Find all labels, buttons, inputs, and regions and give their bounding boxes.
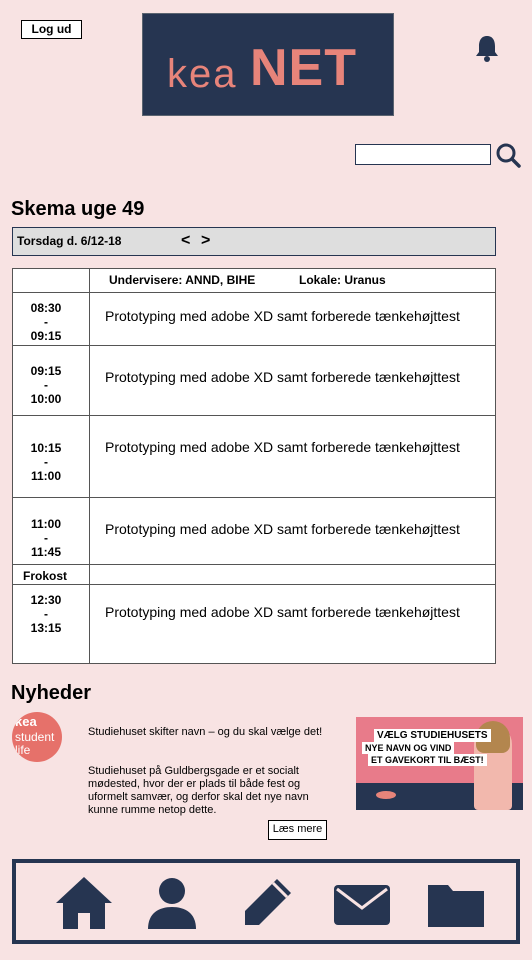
class-topic[interactable]: Prototyping med adobe XD samt forberede …: [105, 439, 460, 455]
schedule-table: Undervisere: ANND, BIHE Lokale: Uranus 0…: [12, 268, 496, 664]
time-cell: 12:30 - 13:15: [13, 593, 79, 635]
column-divider: [89, 269, 90, 663]
time-separator: -: [44, 531, 48, 545]
start-time: 12:30: [30, 593, 62, 607]
promo-text: ET GAVEKORT TIL BÆST!: [368, 754, 487, 766]
search-input[interactable]: [355, 144, 491, 165]
time-separator: -: [44, 607, 48, 621]
bottom-navigation: [12, 859, 520, 944]
row-divider: [13, 564, 495, 565]
logo-text-kea: kea: [167, 52, 238, 96]
search-icon[interactable]: [495, 142, 521, 168]
teachers-header: Undervisere: ANND, BIHE: [109, 273, 256, 287]
folder-icon[interactable]: [426, 873, 486, 933]
promo-text: NYE NAVN OG VIND: [362, 742, 455, 754]
edit-icon[interactable]: [237, 873, 297, 933]
start-time: 10:15: [30, 441, 62, 455]
room-header: Lokale: Uranus: [299, 273, 386, 287]
lunch-label: Frokost: [23, 569, 68, 583]
row-divider: [13, 497, 495, 498]
time-cell: 10:15 - 11:00: [13, 441, 79, 483]
row-divider: [13, 345, 495, 346]
badge-line: life: [15, 743, 31, 757]
read-more-button[interactable]: Læs mere: [268, 820, 327, 840]
time-cell: 09:15 - 10:00: [13, 364, 79, 406]
promo-text: VÆLG STUDIEHUSETS: [374, 729, 491, 742]
class-topic[interactable]: Prototyping med adobe XD samt forberede …: [105, 308, 460, 324]
end-time: 13:15: [30, 621, 62, 635]
kea-student-life-logo: kea student life: [12, 712, 62, 762]
class-topic[interactable]: Prototyping med adobe XD samt forberede …: [105, 604, 460, 620]
news-title: Nyheder: [11, 682, 92, 704]
home-icon[interactable]: [54, 873, 114, 933]
end-time: 10:00: [30, 392, 62, 406]
time-separator: -: [44, 455, 48, 469]
end-time: 11:45: [30, 545, 62, 559]
mail-icon[interactable]: [332, 873, 392, 933]
start-time: 08:30: [30, 301, 62, 315]
schedule-title: Skema uge 49: [11, 198, 145, 220]
day-selector: Torsdag d. 6/12-18 < >: [12, 227, 496, 256]
promo-logo: [376, 791, 396, 799]
news-headline: Studiehuset skifter navn – og du skal væ…: [88, 726, 323, 738]
time-cell: 11:00 - 11:45: [13, 517, 79, 559]
badge-line: student: [15, 730, 55, 744]
end-time: 09:15: [30, 329, 62, 343]
next-day-button[interactable]: >: [201, 232, 210, 250]
news-promo-image[interactable]: VÆLG STUDIEHUSETS NYE NAVN OG VIND ET GA…: [356, 717, 523, 810]
time-cell: 08:30 - 09:15: [13, 301, 79, 343]
row-divider: [13, 584, 495, 585]
news-body: Studiehuset på Guldbergsgade er et socia…: [88, 765, 309, 816]
badge-line: kea: [15, 714, 37, 729]
day-label: Torsdag d. 6/12-18: [17, 234, 122, 248]
keanet-logo: kea NET: [142, 13, 394, 116]
start-time: 11:00: [30, 517, 62, 531]
notification-bell-icon[interactable]: [472, 33, 502, 63]
class-topic[interactable]: Prototyping med adobe XD samt forberede …: [105, 369, 460, 385]
row-divider: [13, 415, 495, 416]
class-topic[interactable]: Prototyping med adobe XD samt forberede …: [105, 521, 460, 537]
start-time: 09:15: [30, 364, 62, 378]
row-divider: [13, 292, 495, 293]
previous-day-button[interactable]: <: [181, 232, 190, 250]
end-time: 11:00: [30, 469, 62, 483]
profile-icon[interactable]: [142, 873, 202, 933]
logo-text-net: NET: [250, 39, 357, 97]
time-separator: -: [44, 315, 48, 329]
logout-button[interactable]: Log ud: [21, 20, 82, 39]
time-separator: -: [44, 378, 48, 392]
